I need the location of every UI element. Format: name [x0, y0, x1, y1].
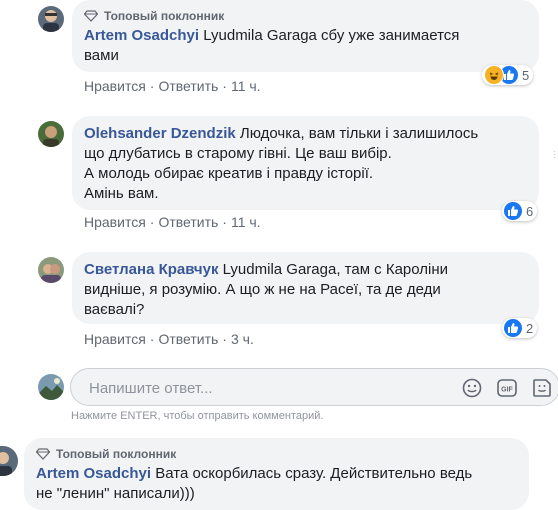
reactions-badge[interactable]: 2: [502, 318, 538, 338]
comment-bubble: Топовый поклонник Artem Osadchyi Вата ос…: [24, 438, 529, 510]
avatar[interactable]: [0, 446, 18, 476]
top-fan-badge: Топовый поклонник: [84, 8, 527, 24]
comment-text-line: видніше, я розумію. А що ж не на Расеї, …: [84, 281, 441, 298]
comment-time[interactable]: 11 ч.: [231, 78, 261, 94]
like-link[interactable]: Нравится: [84, 331, 146, 347]
current-user-avatar: [38, 374, 64, 400]
reply-link[interactable]: Ответить: [158, 78, 218, 94]
comment-text-line: вами: [84, 47, 119, 64]
comment-author[interactable]: Olehsander Dzendzik: [84, 125, 236, 142]
reactions-count: 5: [522, 67, 530, 83]
comment-author[interactable]: Artem Osadchyi: [84, 27, 199, 44]
svg-text:GIF: GIF: [501, 387, 513, 394]
scrollbar[interactable]: · · ·: [553, 147, 556, 163]
comment-text-line: Амінь вам.: [84, 185, 159, 202]
comment-author[interactable]: Светлана Кравчук: [84, 261, 218, 278]
avatar[interactable]: [38, 257, 64, 283]
reply-box: GIF: [70, 368, 558, 406]
badge-label: Топовый поклонник: [56, 447, 177, 461]
comment-text-line: що длубатись в старому гівні. Це ваш виб…: [84, 145, 392, 162]
avatar[interactable]: [38, 6, 64, 32]
comment-author[interactable]: Artem Osadchyi: [36, 465, 151, 482]
like-reaction-icon: [504, 319, 522, 337]
comment-time[interactable]: 3 ч.: [231, 331, 254, 347]
comment-text-line: Людочка, вам тільки і залишилось: [239, 125, 479, 142]
sticker-icon[interactable]: [531, 377, 553, 399]
enter-hint: Нажмите ENTER, чтобы отправить комментар…: [71, 410, 324, 422]
comment-actions: Нравится · Ответить · 11 ч.: [84, 214, 261, 230]
reactions-badge[interactable]: 5: [482, 65, 534, 85]
gif-icon[interactable]: GIF: [496, 377, 518, 399]
haha-reaction-icon: [484, 65, 504, 85]
reactions-count: 6: [526, 203, 534, 219]
like-link[interactable]: Нравится: [84, 78, 146, 94]
emoji-icon[interactable]: [461, 377, 483, 399]
like-link[interactable]: Нравится: [84, 214, 146, 230]
comment-bubble: Топовый поклонник Artem Osadchyi Lyudmil…: [72, 0, 539, 72]
reply-link[interactable]: Ответить: [158, 214, 218, 230]
comment-actions: Нравится · Ответить · 11 ч.: [84, 78, 261, 94]
reply-link[interactable]: Ответить: [158, 331, 218, 347]
comment-text-line: Вата оскорбилась сразу. Действительно ве…: [155, 465, 473, 482]
comment-bubble: Olehsander Dzendzik Людочка, вам тільки …: [72, 116, 539, 210]
diamond-icon: [84, 10, 98, 22]
reactions-count: 2: [526, 320, 534, 336]
badge-label: Топовый поклонник: [104, 9, 225, 23]
like-reaction-icon: [504, 202, 522, 220]
comment-bubble: Светлана Кравчук Lyudmila Garaga, там с …: [72, 252, 539, 324]
comment-text-line: А молодь обирає креатив і правду історії…: [84, 165, 374, 182]
reactions-badge[interactable]: 6: [502, 201, 538, 221]
comment-text-line: Lyudmila Garaga сбу уже занимается: [203, 27, 460, 44]
top-fan-badge: Топовый поклонник: [36, 446, 517, 462]
comment-time[interactable]: 11 ч.: [231, 214, 261, 230]
avatar[interactable]: [38, 121, 64, 147]
comment-text-line: ваєвалі?: [84, 301, 145, 318]
diamond-icon: [36, 448, 50, 460]
reply-input[interactable]: [87, 377, 411, 399]
comment-text-line: Lyudmila Garaga, там с Кароліни: [222, 261, 449, 278]
comment-actions: Нравится · Ответить · 3 ч.: [84, 331, 254, 347]
comment-text-line: не "ленин" написали))): [36, 485, 195, 502]
